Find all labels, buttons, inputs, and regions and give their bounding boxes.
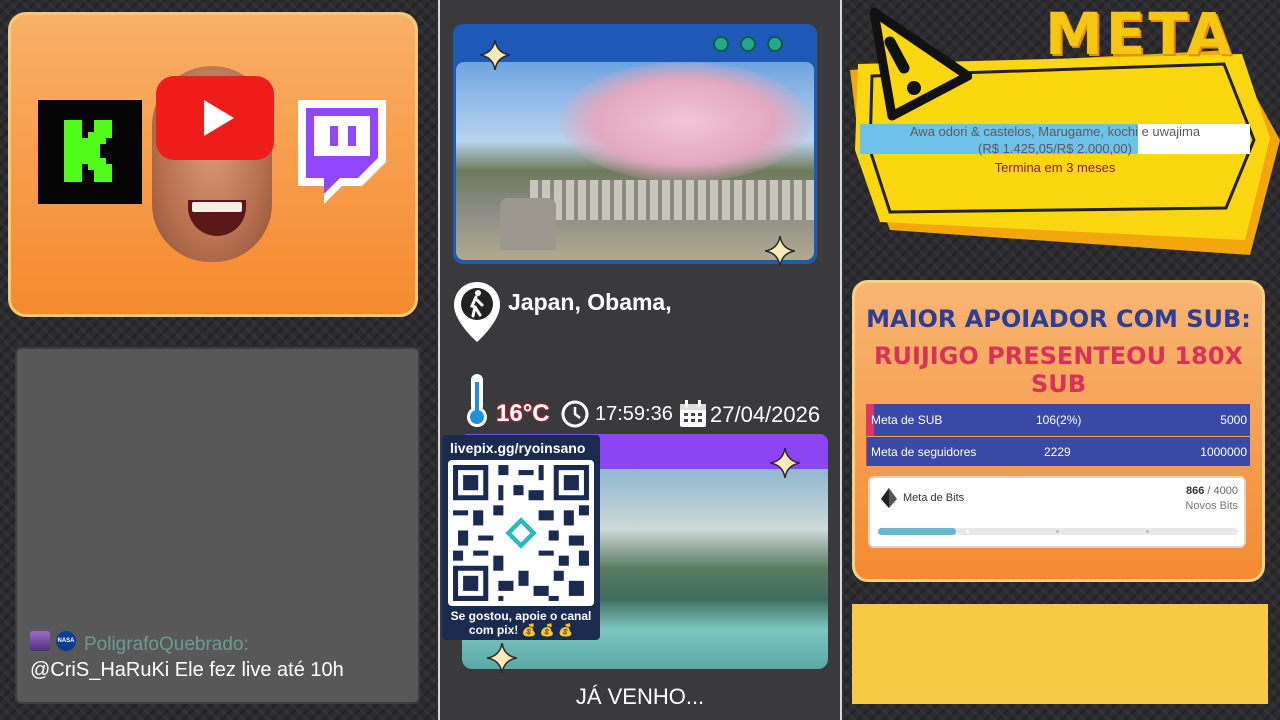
followers-goal-target: 1000000 bbox=[1200, 445, 1247, 459]
date-text: 27/04/2026 bbox=[710, 402, 821, 427]
window-dot-icon bbox=[713, 36, 729, 52]
window-dot-icon bbox=[767, 36, 783, 52]
pix-link[interactable]: livepix.gg/ryoinsano bbox=[450, 440, 585, 456]
nasa-badge-icon: NASA bbox=[56, 631, 76, 651]
chat-message: @CriS_HaRuKi Ele fez live até 10h bbox=[30, 659, 344, 681]
twitch-icon bbox=[298, 100, 386, 204]
stone-fence bbox=[530, 180, 814, 220]
followers-goal-bar: Meta de seguidores 2229 1000000 bbox=[866, 437, 1250, 466]
sparkle-icon bbox=[487, 643, 517, 673]
bits-goal-current: 866 bbox=[1185, 485, 1205, 497]
bits-goal-total: / 4000 bbox=[1207, 485, 1238, 497]
bits-tick bbox=[1146, 530, 1149, 533]
clock-icon bbox=[561, 400, 589, 428]
bits-tick bbox=[966, 530, 969, 533]
calendar-icon bbox=[680, 400, 706, 427]
pix-caption: Se gostou, apoie o canal com pix! 💰 💰 💰 bbox=[446, 609, 596, 637]
location-pin-icon bbox=[454, 282, 500, 342]
sparkle-icon bbox=[770, 448, 800, 478]
sparkle-icon bbox=[765, 236, 795, 266]
thermometer-icon bbox=[467, 374, 487, 427]
bits-goal-unit: Novos Bits bbox=[1185, 500, 1238, 512]
followers-goal-label: Meta de seguidores bbox=[871, 445, 977, 459]
bits-tick bbox=[1056, 530, 1059, 533]
window-dot-icon bbox=[740, 36, 756, 52]
face-teeth bbox=[192, 202, 242, 212]
location-text: Japan, Obama, bbox=[508, 289, 672, 315]
sub-goal-current: 106(2%) bbox=[1036, 413, 1082, 427]
meta-title: META bbox=[1045, 0, 1235, 68]
pix-caption-line2: com pix! 💰 💰 💰 bbox=[468, 623, 574, 637]
sub-goal-label: Meta de SUB bbox=[871, 413, 943, 427]
bits-progress-fill bbox=[878, 528, 956, 535]
stone-lantern bbox=[500, 198, 556, 250]
youtube-play-icon bbox=[204, 100, 234, 136]
qr-code-icon bbox=[453, 465, 589, 601]
qr-code bbox=[448, 460, 594, 606]
sparkle-icon bbox=[480, 40, 510, 70]
pix-caption-line1: Se gostou, apoie o canal bbox=[450, 609, 592, 623]
followers-goal-progress bbox=[866, 437, 867, 466]
yellow-tape-panel bbox=[852, 604, 1268, 704]
subscriber-badge-icon bbox=[30, 631, 50, 651]
bits-goal-label: Meta de Bits bbox=[903, 492, 965, 504]
sub-goal-bar: Meta de SUB 106(2%) 5000 bbox=[866, 404, 1250, 436]
meta-ends-text: Termina em 3 meses bbox=[994, 160, 1116, 175]
followers-goal-current: 2229 bbox=[1044, 445, 1071, 459]
top-supporter-title: MAIOR APOIADOR COM SUB: bbox=[866, 305, 1251, 333]
cherry-tree bbox=[560, 62, 810, 182]
kick-icon bbox=[64, 120, 112, 182]
meta-goal-value: (R$ 1.425,05/R$ 2.000,00) bbox=[978, 141, 1132, 156]
time-text: 17:59:36 bbox=[595, 403, 673, 425]
bits-gem-icon bbox=[881, 488, 897, 508]
temperature-text: 16°C bbox=[496, 400, 550, 427]
youtube-logo bbox=[156, 76, 274, 160]
warning-icon bbox=[869, 7, 972, 121]
sub-goal-target: 5000 bbox=[1220, 413, 1247, 427]
top-supporter-name: RUIJIGO PRESENTEOU 180X SUB bbox=[873, 342, 1244, 398]
brb-status-text: JÁ VENHO... bbox=[575, 684, 705, 709]
bits-goal-count: 866 / 4000 bbox=[1110, 485, 1238, 497]
chat-username: PoligrafoQuebrado: bbox=[84, 634, 249, 655]
meta-goal-name: Awa odori & castelos, Marugame, kochi e … bbox=[909, 124, 1201, 139]
